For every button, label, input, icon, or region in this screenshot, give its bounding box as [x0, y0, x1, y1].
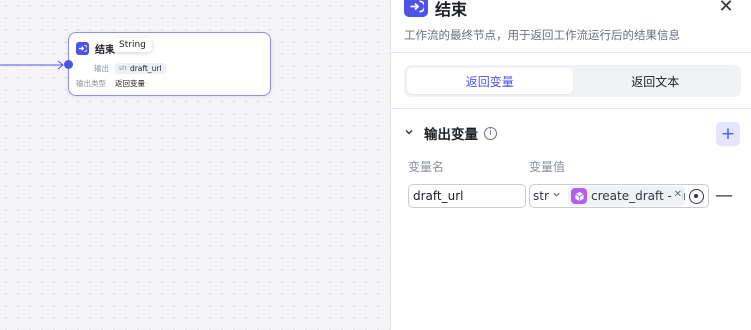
- workflow-canvas[interactable]: 结束 String 输出 str draft_url 输出类型 返回变量: [0, 0, 390, 330]
- node-output-type: str: [119, 65, 127, 72]
- type-tooltip: String: [113, 38, 152, 52]
- node-title: 结束: [95, 44, 115, 56]
- value-type-select[interactable]: str: [533, 189, 561, 203]
- variable-value-field[interactable]: str create_draft - draft_url ✕: [529, 184, 709, 208]
- target-icon[interactable]: [689, 189, 704, 204]
- node-output-mode-label: 输出类型: [76, 79, 106, 88]
- panel-description: 工作流的最终节点，用于返回工作流运行后的结果信息: [404, 28, 680, 42]
- node-output-label: 输出: [94, 64, 109, 73]
- info-icon[interactable]: i: [484, 126, 497, 140]
- variable-reference-chip[interactable]: create_draft - draft_url ✕: [568, 186, 685, 206]
- output-mode-tabs: 返回变量 返回文本: [404, 65, 741, 97]
- tab-return-variable[interactable]: 返回变量: [407, 68, 573, 94]
- value-type-label: str: [533, 189, 549, 203]
- column-label-name: 变量名: [408, 160, 445, 174]
- node-header: 结束: [76, 40, 115, 56]
- close-icon[interactable]: ✕: [716, 0, 736, 17]
- chevron-down-icon[interactable]: [404, 127, 416, 140]
- chevron-down-icon: [552, 190, 561, 202]
- node-output-row: 输出 str draft_url: [76, 63, 166, 74]
- tab-return-text[interactable]: 返回文本: [573, 68, 739, 94]
- plugin-cube-icon: [571, 188, 587, 204]
- input-port[interactable]: [64, 60, 73, 69]
- node-output-mode-value: 返回变量: [115, 79, 145, 88]
- column-label-value: 变量值: [529, 160, 566, 174]
- variable-name-input[interactable]: [408, 184, 526, 208]
- end-node-icon: [76, 41, 89, 55]
- node-output-value: draft_url: [129, 64, 162, 73]
- panel-title: 结束: [435, 0, 468, 19]
- output-section-header[interactable]: 输出变量 i: [404, 123, 497, 143]
- divider: [391, 52, 751, 53]
- end-node-icon: [404, 0, 428, 17]
- divider: [391, 108, 751, 109]
- node-output-chip: str draft_url: [115, 63, 166, 74]
- output-section-title: 输出变量: [424, 127, 478, 143]
- connection-edge[interactable]: [0, 56, 70, 76]
- add-variable-button[interactable]: +: [716, 122, 740, 146]
- remove-variable-button[interactable]: —: [714, 185, 734, 206]
- node-config-panel: 结束 ✕ 工作流的最终节点，用于返回工作流运行后的结果信息 返回变量 返回文本 …: [390, 0, 751, 330]
- clear-reference-icon[interactable]: ✕: [671, 189, 682, 200]
- end-node[interactable]: 结束 String 输出 str draft_url 输出类型 返回变量: [64, 32, 271, 96]
- node-output-mode-row: 输出类型 返回变量: [76, 78, 145, 89]
